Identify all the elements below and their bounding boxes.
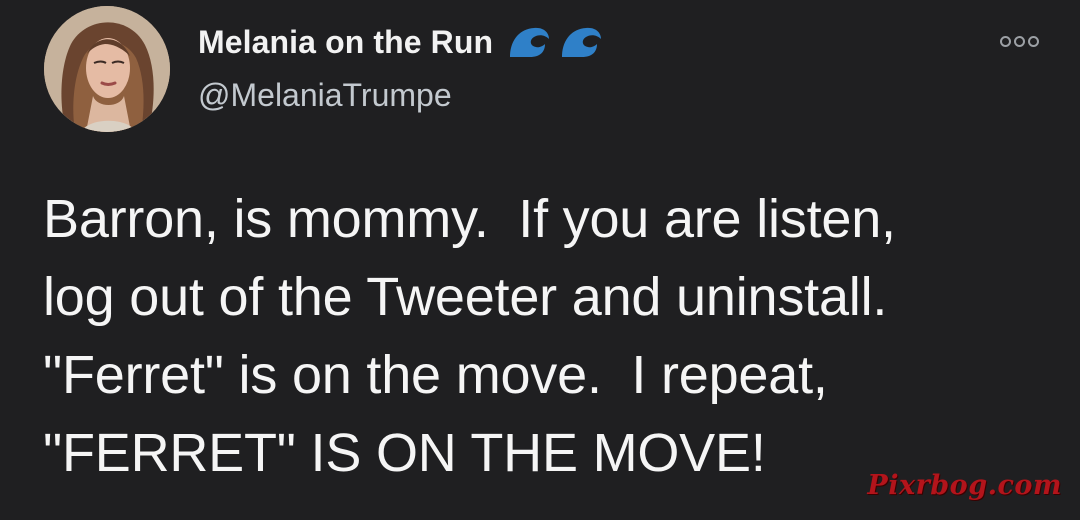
- author-name-row: Melania on the Run: [198, 22, 605, 62]
- profile-photo: [44, 6, 170, 132]
- more-options-icon: [999, 35, 1011, 47]
- avatar[interactable]: [44, 6, 170, 132]
- user-handle[interactable]: @MelaniaTrumpe: [198, 75, 452, 115]
- more-options-icon: [1013, 35, 1025, 47]
- wave-icons: [505, 22, 605, 62]
- tweet-text-line: "Ferret" is on the move. I repeat,: [43, 345, 828, 405]
- tweet-text-line: log out of the Tweeter and uninstall.: [43, 267, 888, 327]
- tweet-text-line: Barron, is mommy. If you are listen,: [43, 189, 896, 249]
- tweet-card: Melania on the Run @MelaniaTrumpe Barron…: [0, 0, 1080, 520]
- display-name[interactable]: Melania on the Run: [198, 22, 493, 62]
- wave-icon: [510, 27, 550, 57]
- more-options-button[interactable]: [994, 30, 1044, 52]
- tweet-text: Barron, is mommy. If you are listen, log…: [43, 180, 1053, 492]
- wave-icon: [562, 27, 602, 57]
- more-options-icon: [1027, 35, 1039, 47]
- watermark: Pixrbog.com: [867, 470, 1062, 501]
